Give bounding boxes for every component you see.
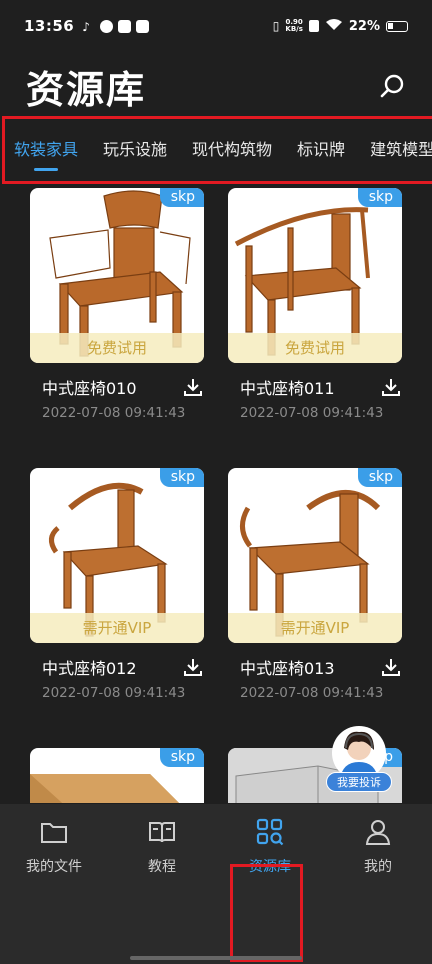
- item-date: 2022-07-08 09:41:43: [240, 685, 384, 701]
- message-icon: [118, 19, 132, 33]
- notification-icons: ♪: [82, 19, 150, 34]
- mail-icon: [136, 19, 150, 33]
- tab-building-models[interactable]: 建筑模型: [370, 138, 432, 162]
- nav-my-files[interactable]: 我的文件: [0, 804, 108, 964]
- resource-thumbnail[interactable]: skp: [30, 748, 204, 803]
- complaint-label: 我要投诉: [326, 772, 392, 792]
- nav-tutorial[interactable]: 教程: [108, 804, 216, 964]
- net-speed-unit: KB/s: [285, 25, 303, 33]
- tiktok-icon: ♪: [82, 19, 90, 34]
- skp-badge: skp: [159, 468, 204, 487]
- resource-thumbnail[interactable]: skp 需开通VIP: [30, 468, 204, 643]
- person-icon: [364, 818, 392, 846]
- bottom-nav: 我的文件 教程 资源库 我的: [0, 804, 432, 964]
- download-icon: [184, 659, 202, 676]
- resource-thumbnail[interactable]: skp 需开通VIP: [228, 468, 402, 643]
- download-button[interactable]: [182, 376, 204, 398]
- skp-badge: skp: [159, 748, 204, 767]
- item-date: 2022-07-08 09:41:43: [42, 405, 186, 421]
- home-indicator: [130, 956, 302, 960]
- status-time: 13:56: [24, 17, 75, 35]
- search-icon: [380, 74, 404, 98]
- access-label: 免费试用: [228, 333, 402, 363]
- resource-thumbnail[interactable]: skp 免费试用: [30, 188, 204, 363]
- tab-soft-furniture[interactable]: 软装家具: [14, 138, 78, 171]
- status-bar: 13:56 ♪ ▯ 0.90 KB/s 22%: [0, 0, 432, 52]
- download-icon: [382, 659, 400, 676]
- item-name: 中式座椅012: [42, 659, 137, 678]
- access-label: 免费试用: [30, 333, 204, 363]
- item-name: 中式座椅011: [240, 379, 335, 398]
- status-right: ▯ 0.90 KB/s 22%: [273, 18, 408, 35]
- wifi-icon: [325, 18, 343, 35]
- tab-signage[interactable]: 标识牌: [297, 138, 345, 162]
- resource-card[interactable]: skp 需开通VIP 中式座椅013 2022-07-08 09:41:43: [228, 468, 402, 701]
- page-title: 资源库: [26, 67, 147, 112]
- folder-icon: [40, 818, 68, 846]
- battery-percent: 22%: [348, 18, 380, 34]
- tab-play-facilities[interactable]: 玩乐设施: [103, 138, 167, 162]
- download-icon: [382, 379, 400, 396]
- resource-grid: skp 免费试用 中式座椅010 2022-07-08 09:41:43 skp…: [0, 188, 432, 803]
- category-tabs: 软装家具 玩乐设施 现代构筑物 标识牌 建筑模型: [2, 116, 432, 184]
- grid-search-icon: [256, 818, 284, 846]
- item-name: 中式座椅010: [42, 379, 137, 398]
- battery-icon: [386, 20, 408, 32]
- sim-icon: [308, 20, 319, 32]
- vibrate-icon: ▯: [272, 19, 280, 33]
- resource-card[interactable]: skp: [30, 748, 204, 803]
- access-label: 需开通VIP: [228, 613, 402, 643]
- header: 资源库: [26, 58, 408, 114]
- resource-thumbnail[interactable]: skp 免费试用: [228, 188, 402, 363]
- item-date: 2022-07-08 09:41:43: [240, 405, 384, 421]
- nav-highlight-box: [230, 864, 303, 962]
- app-icon: [100, 19, 114, 33]
- nav-label: 教程: [148, 859, 176, 875]
- download-button[interactable]: [380, 656, 402, 678]
- download-button[interactable]: [380, 376, 402, 398]
- resource-card[interactable]: skp 需开通VIP 中式座椅012 2022-07-08 09:41:43: [30, 468, 204, 701]
- nav-label: 我的: [364, 859, 392, 875]
- download-icon: [184, 379, 202, 396]
- tab-modern-structures[interactable]: 现代构筑物: [192, 138, 272, 162]
- skp-badge: skp: [159, 188, 204, 207]
- net-speed: 0.90 KB/s: [285, 19, 302, 33]
- item-date: 2022-07-08 09:41:43: [42, 685, 186, 701]
- nav-profile[interactable]: 我的: [324, 804, 432, 964]
- nav-label: 我的文件: [26, 859, 82, 875]
- resource-card[interactable]: skp 免费试用 中式座椅011 2022-07-08 09:41:43: [228, 188, 402, 421]
- skp-badge: skp: [357, 468, 402, 487]
- download-button[interactable]: [182, 656, 204, 678]
- search-button[interactable]: [376, 70, 408, 102]
- book-icon: [148, 818, 176, 846]
- resource-card[interactable]: skp 免费试用 中式座椅010 2022-07-08 09:41:43: [30, 188, 204, 421]
- skp-badge: skp: [357, 188, 402, 207]
- item-name: 中式座椅013: [240, 659, 335, 678]
- access-label: 需开通VIP: [30, 613, 204, 643]
- complaint-button[interactable]: 我要投诉: [326, 726, 394, 796]
